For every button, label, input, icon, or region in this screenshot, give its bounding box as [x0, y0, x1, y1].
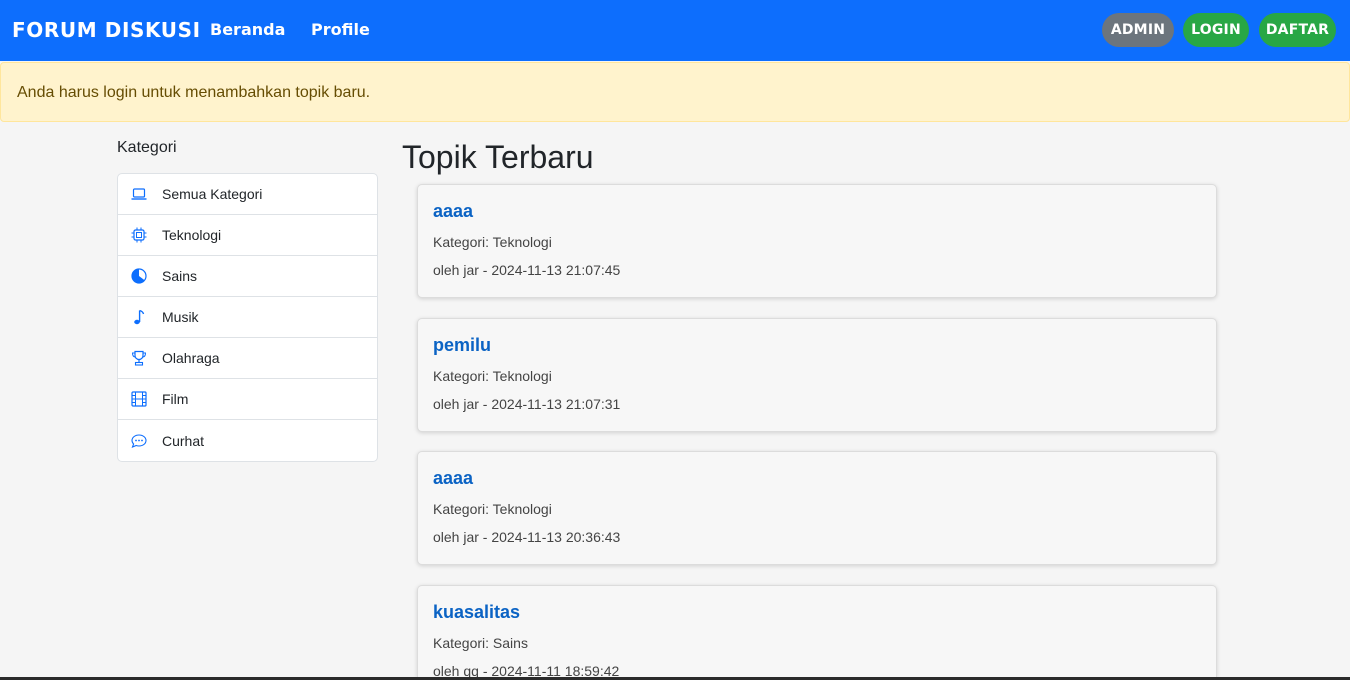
nav-link-beranda[interactable]: Beranda — [210, 20, 285, 39]
topic-category: Kategori: Teknologi — [433, 234, 552, 250]
category-list: Semua Kategori Teknologi Sains Musik Ola… — [117, 173, 378, 462]
topic-card: aaaa Kategori: Teknologi oleh jar - 2024… — [417, 184, 1217, 298]
sidebar-title: Kategori — [117, 139, 177, 156]
music-note-icon — [130, 309, 147, 326]
category-item-teknologi[interactable]: Teknologi — [118, 215, 377, 256]
login-button[interactable]: LOGIN — [1183, 13, 1249, 47]
login-required-alert: Anda harus login untuk menambahkan topik… — [0, 62, 1350, 122]
topic-meta: oleh jar - 2024-11-13 21:07:45 — [433, 262, 621, 278]
topic-title-link[interactable]: pemilu — [433, 335, 1201, 356]
pie-chart-icon — [130, 268, 147, 285]
category-label: Sains — [162, 268, 198, 284]
cpu-icon — [130, 227, 147, 244]
topic-title-link[interactable]: aaaa — [433, 201, 1201, 222]
category-label: Curhat — [162, 432, 205, 449]
topic-category: Kategori: Sains — [433, 635, 528, 651]
topic-category: Kategori: Teknologi — [433, 368, 552, 384]
trophy-icon — [130, 350, 147, 367]
category-label: Semua Kategori — [162, 186, 263, 202]
category-item-musik[interactable]: Musik — [118, 297, 377, 338]
category-label: Film — [162, 391, 189, 407]
topic-card: pemilu Kategori: Teknologi oleh jar - 20… — [417, 318, 1217, 432]
topic-meta: oleh jar - 2024-11-13 20:36:43 — [433, 529, 621, 545]
category-item-semua[interactable]: Semua Kategori — [118, 174, 377, 215]
category-label: Musik — [162, 309, 199, 325]
film-icon — [130, 391, 147, 408]
topic-card: aaaa Kategori: Teknologi oleh jar - 2024… — [417, 451, 1217, 565]
top-navbar: FORUM DISKUSI Beranda Profile ADMIN LOGI… — [0, 0, 1350, 61]
category-item-sains[interactable]: Sains — [118, 256, 377, 297]
category-label: Teknologi — [162, 227, 222, 243]
brand-logo[interactable]: FORUM DISKUSI — [12, 18, 201, 42]
topic-meta: oleh jar - 2024-11-13 21:07:31 — [433, 396, 621, 412]
chat-dots-icon — [130, 432, 147, 449]
admin-button[interactable]: ADMIN — [1102, 13, 1174, 47]
topic-card: kuasalitas Kategori: Sains oleh qq - 202… — [417, 585, 1217, 679]
category-label: Olahraga — [162, 350, 220, 366]
laptop-icon — [130, 186, 147, 203]
page-title: Topik Terbaru — [402, 139, 594, 175]
category-item-film[interactable]: Film — [118, 379, 377, 420]
register-button[interactable]: DAFTAR — [1259, 13, 1336, 47]
category-item-curhat[interactable]: Curhat — [118, 420, 377, 461]
nav-link-profile[interactable]: Profile — [311, 20, 370, 39]
topic-title-link[interactable]: aaaa — [433, 468, 1201, 489]
topic-title-link[interactable]: kuasalitas — [433, 602, 1201, 623]
topic-category: Kategori: Teknologi — [433, 501, 552, 517]
category-item-olahraga[interactable]: Olahraga — [118, 338, 377, 379]
